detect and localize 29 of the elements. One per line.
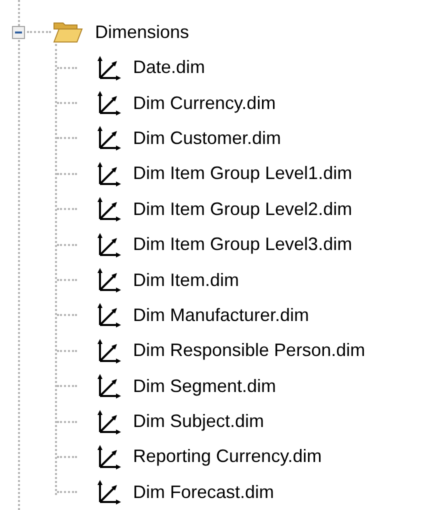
axis-chart-icon: [96, 408, 122, 435]
tree-item[interactable]: Reporting Currency.dim: [133, 443, 322, 470]
tree-item[interactable]: Dim Item Group Level3.dim: [133, 231, 352, 258]
axis-chart-icon: [96, 232, 122, 258]
axis-chart-icon: [96, 479, 122, 506]
tree-item[interactable]: Dim Item Group Level2.dim: [133, 196, 352, 223]
axis-chart-icon: [96, 54, 122, 81]
tree-item[interactable]: Dim Segment.dim: [133, 372, 276, 400]
tree-item[interactable]: Dim Forecast.dim: [133, 478, 274, 506]
axis-chart-icon: [96, 125, 122, 152]
tree-item[interactable]: Dimensions: [95, 18, 190, 46]
axis-chart-icon: [96, 373, 122, 400]
tree-item[interactable]: Dim Responsible Person.dim: [133, 337, 366, 364]
axis-chart-icon: [96, 267, 122, 294]
tree-item[interactable]: Dim Item.dim: [133, 266, 240, 294]
collapse-toggle[interactable]: [12, 26, 25, 38]
tree-item[interactable]: Dim Currency.dim: [133, 90, 276, 117]
axis-chart-icon: [96, 444, 122, 470]
axis-chart-icon: [96, 338, 122, 364]
axis-chart-icon: [96, 302, 122, 328]
axis-chart-icon: [96, 90, 122, 116]
tree-item[interactable]: Dim Customer.dim: [133, 124, 282, 152]
tree-item[interactable]: Dim Item Group Level1.dim: [133, 160, 352, 188]
axis-chart-icon: [96, 160, 122, 187]
open-folder-icon: [53, 20, 83, 44]
tree-item[interactable]: Dim Subject.dim: [133, 408, 264, 436]
axis-chart-icon: [96, 196, 122, 222]
tree-item[interactable]: Date.dim: [133, 54, 206, 82]
tree-item[interactable]: Dim Manufacturer.dim: [133, 302, 310, 329]
